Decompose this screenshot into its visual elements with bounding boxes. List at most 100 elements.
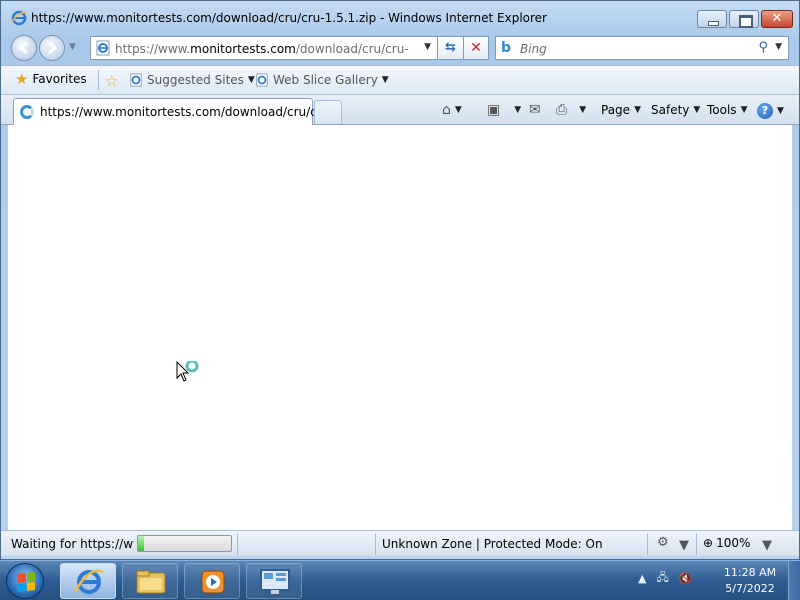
url-domain: monitortests.com bbox=[190, 42, 296, 56]
loading-progress-bar bbox=[137, 535, 232, 552]
windows-logo-icon bbox=[17, 572, 35, 592]
back-button[interactable] bbox=[11, 35, 37, 61]
new-tab-button[interactable] bbox=[314, 100, 342, 124]
chevron-down-icon[interactable]: ▼ bbox=[679, 539, 689, 553]
help-icon: ? bbox=[757, 103, 773, 119]
zoom-icon: ⊕ bbox=[703, 536, 714, 550]
loading-spinner-icon bbox=[20, 105, 34, 119]
status-separator bbox=[647, 533, 648, 555]
system-tray: ▲ 🖧 🔇 bbox=[638, 569, 692, 588]
clock-date: 5/7/2022 bbox=[725, 582, 775, 595]
mail-icon: ✉ bbox=[529, 102, 541, 118]
taskbar-media-player[interactable] bbox=[184, 563, 240, 599]
tab-row: https://www.monitortests.com/download/cr… bbox=[1, 95, 799, 125]
star-icon: ★ bbox=[15, 70, 29, 88]
status-separator bbox=[696, 533, 697, 555]
web-slice-gallery-label: Web Slice Gallery bbox=[273, 73, 378, 87]
url-path: /download/cru/cru-1.5.1.z bbox=[295, 42, 410, 56]
page-ie-icon bbox=[130, 73, 142, 87]
minimize-button[interactable] bbox=[697, 10, 727, 28]
address-url[interactable]: https://www.monitortests.com/download/cr… bbox=[115, 42, 410, 56]
maximize-button[interactable] bbox=[729, 10, 759, 28]
suggested-sites-button[interactable]: Suggested Sites ▼ bbox=[129, 73, 255, 87]
start-button[interactable] bbox=[6, 563, 44, 599]
page-content[interactable] bbox=[8, 125, 792, 530]
tab-active[interactable]: https://www.monitortests.com/download/cr… bbox=[13, 98, 332, 125]
web-slice-gallery-button[interactable]: Web Slice Gallery ▼ bbox=[255, 73, 389, 87]
feeds-button[interactable]: ▣ ▼ bbox=[487, 103, 521, 117]
search-input[interactable]: Bing bbox=[520, 42, 547, 56]
forward-arrow-icon bbox=[48, 41, 58, 55]
chevron-down-icon: ▼ bbox=[740, 105, 748, 115]
show-desktop-button[interactable] bbox=[788, 561, 800, 600]
stop-button[interactable]: ✕ bbox=[464, 36, 489, 60]
close-button[interactable]: ✕ bbox=[761, 10, 793, 28]
search-options-dropdown-icon[interactable]: ▼ bbox=[775, 42, 782, 52]
add-to-favorites-bar-icon[interactable]: ☆ bbox=[105, 72, 118, 90]
page-menu[interactable]: Page ▼ bbox=[601, 103, 641, 117]
home-button[interactable]: ⌂ ▼ bbox=[442, 103, 462, 117]
rss-icon: ▣ bbox=[487, 102, 501, 118]
chevron-down-icon: ▼ bbox=[247, 75, 255, 85]
navigation-bar: ▼ https://www.monitortests.com/download/… bbox=[1, 33, 799, 63]
suggested-sites-label: Suggested Sites bbox=[147, 73, 244, 87]
refresh-icon: ⇆ bbox=[445, 40, 456, 55]
back-arrow-icon bbox=[18, 41, 28, 55]
security-zone-text[interactable]: Unknown Zone | Protected Mode: On bbox=[382, 537, 603, 551]
title-bar: https://www.monitortests.com/download/cr… bbox=[1, 1, 799, 35]
address-dropdown-icon[interactable]: ▼ bbox=[424, 42, 431, 52]
ie-icon bbox=[73, 569, 104, 594]
chevron-down-icon: ▼ bbox=[514, 105, 522, 115]
clock-time: 11:28 AM bbox=[723, 566, 777, 579]
caption-buttons: ✕ bbox=[697, 10, 793, 28]
magnifier-icon[interactable]: ⚲ bbox=[758, 40, 768, 55]
network-icon[interactable]: 🖧 bbox=[656, 569, 668, 588]
favorites-button[interactable]: ★ Favorites bbox=[15, 70, 87, 88]
zoom-level-button[interactable]: ⊕ 100% bbox=[703, 536, 750, 550]
chevron-down-icon: ▼ bbox=[777, 106, 784, 116]
print-button[interactable]: ⎙ ▼ bbox=[556, 103, 586, 117]
chevron-down-icon: ▼ bbox=[579, 105, 587, 115]
bing-logo-icon: b bbox=[501, 40, 512, 56]
taskbar-internet-explorer[interactable] bbox=[60, 563, 116, 599]
privacy-settings-icon[interactable]: ⚙ bbox=[657, 536, 669, 550]
page-ie-icon bbox=[96, 40, 110, 56]
tools-menu[interactable]: Tools ▼ bbox=[707, 103, 747, 117]
forward-button[interactable] bbox=[39, 35, 65, 61]
url-prefix: https://www. bbox=[115, 42, 191, 56]
favorites-bar: ★ Favorites ☆ Suggested Sites ▼ Web Slic… bbox=[1, 65, 799, 95]
busy-cursor-icon bbox=[176, 361, 199, 382]
volume-muted-icon[interactable]: 🔇 bbox=[679, 572, 693, 585]
status-separator bbox=[375, 533, 376, 555]
favorites-separator bbox=[98, 70, 99, 90]
favorites-label: Favorites bbox=[32, 72, 87, 86]
progress-fill bbox=[138, 536, 144, 551]
search-box[interactable]: b Bing ⚲ ▼ bbox=[495, 36, 789, 60]
taskbar-windows-explorer[interactable] bbox=[122, 563, 178, 599]
window-title: https://www.monitortests.com/download/cr… bbox=[31, 11, 547, 25]
remote-desktop-icon bbox=[260, 569, 290, 594]
ie-window: https://www.monitortests.com/download/cr… bbox=[0, 0, 800, 560]
ie-icon bbox=[11, 10, 27, 26]
help-menu[interactable]: ? ▼ bbox=[757, 103, 784, 119]
home-icon: ⌂ bbox=[442, 102, 451, 118]
chevron-down-icon: ▼ bbox=[381, 75, 389, 85]
show-hidden-icons-icon[interactable]: ▲ bbox=[638, 572, 646, 585]
safety-menu-label: Safety bbox=[651, 103, 690, 117]
chevron-down-icon: ▼ bbox=[634, 105, 641, 115]
chevron-down-icon: ▼ bbox=[454, 105, 462, 115]
recent-pages-dropdown-icon[interactable]: ▼ bbox=[69, 42, 76, 52]
stop-icon: ✕ bbox=[470, 40, 482, 56]
zoom-dropdown-icon[interactable]: ▼ bbox=[762, 539, 772, 553]
safety-menu[interactable]: Safety ▼ bbox=[651, 103, 700, 117]
media-player-icon bbox=[201, 570, 225, 594]
page-menu-label: Page bbox=[601, 103, 631, 117]
taskbar-remote-desktop[interactable] bbox=[246, 563, 302, 599]
close-icon: ✕ bbox=[771, 11, 783, 26]
chevron-down-icon: ▼ bbox=[693, 105, 701, 115]
address-bar[interactable]: https://www.monitortests.com/download/cr… bbox=[90, 36, 438, 60]
clock[interactable]: 11:28 AM 5/7/2022 bbox=[716, 565, 784, 597]
read-mail-button[interactable]: ✉ bbox=[529, 103, 541, 117]
refresh-button[interactable]: ⇆ bbox=[438, 36, 464, 60]
page-ie-icon bbox=[256, 73, 268, 87]
